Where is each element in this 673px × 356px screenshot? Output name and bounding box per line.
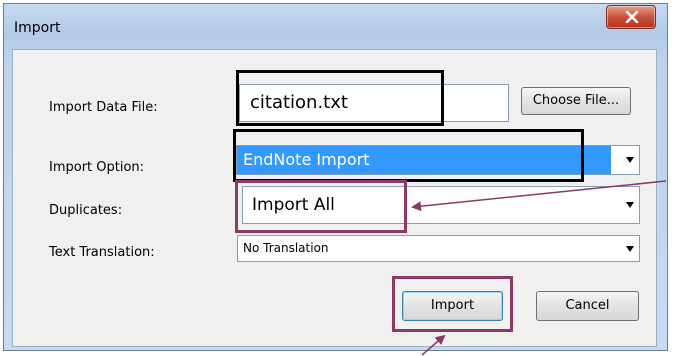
text-translation-label: Text Translation: — [49, 245, 155, 260]
duplicates-callout-box — [235, 180, 407, 233]
import-option-label: Import Option: — [49, 160, 145, 175]
import-button-callout-box — [392, 276, 513, 332]
close-button[interactable] — [606, 5, 656, 29]
import-data-file-label: Import Data File: — [49, 100, 158, 115]
text-translation-value: No Translation — [243, 241, 329, 255]
chevron-down-icon — [626, 245, 634, 252]
choose-file-button[interactable]: Choose File... — [521, 87, 631, 115]
cancel-button[interactable]: Cancel — [536, 291, 639, 321]
chevron-down-icon — [626, 202, 634, 208]
import-option-callout-box — [233, 129, 584, 182]
close-icon — [625, 11, 639, 23]
text-translation-select[interactable]: No Translation — [237, 235, 640, 262]
dialog-title: Import — [14, 20, 61, 36]
file-callout-box — [236, 70, 444, 126]
chevron-down-icon — [626, 157, 634, 163]
duplicates-label: Duplicates: — [49, 203, 123, 218]
